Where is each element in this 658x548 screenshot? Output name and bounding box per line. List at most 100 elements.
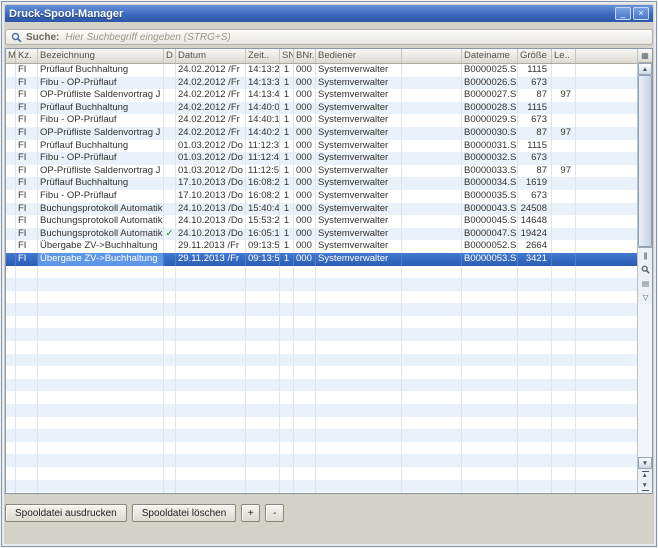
add-button[interactable]: +	[241, 504, 260, 522]
table-row[interactable]: FIÜbergabe ZV->Buchhaltung29.11.2013 /Fr…	[6, 240, 637, 253]
table-row-empty[interactable]	[6, 442, 637, 455]
titlebar[interactable]: Druck-Spool-Manager _ ×	[5, 5, 653, 22]
table-row[interactable]: FIBuchungsprotokoll Automatikbuc✓24.10.2…	[6, 228, 637, 241]
search-input[interactable]	[63, 31, 647, 44]
jump-first-icon[interactable]: ▲	[638, 469, 652, 481]
cell-bezeichnung	[38, 492, 164, 493]
table-row[interactable]: FIFibu - OP-Prüflauf24.02.2012 /Fr14:13:…	[6, 77, 637, 90]
scrollbar-thumb[interactable]	[638, 75, 652, 247]
cell-zeit	[246, 303, 280, 316]
cell-datum	[176, 480, 246, 493]
table-row[interactable]: FIPrüflauf Buchhaltung01.03.2012 /Do11:1…	[6, 140, 637, 153]
table-row-empty[interactable]	[6, 366, 637, 379]
cell-kz	[16, 404, 38, 417]
cell-snr: 1	[280, 102, 294, 115]
cell-dateiname: B0000029.SPO	[462, 114, 518, 127]
cell-filler	[576, 215, 637, 228]
search-bar[interactable]: Suche:	[5, 29, 653, 45]
column-header-le[interactable]: Le..	[552, 49, 576, 63]
cell-dateiname: B0000035.SPO	[462, 190, 518, 203]
minimize-button[interactable]: _	[615, 7, 631, 20]
column-header-dateiname[interactable]: Dateiname	[462, 49, 518, 63]
delete-spool-button[interactable]: Spooldatei löschen	[132, 504, 237, 522]
cell-bediener	[316, 429, 402, 442]
column-header-groesse[interactable]: Größe	[518, 49, 552, 63]
cell-dateiname	[462, 366, 518, 379]
cell-bezeichnung: Prüflauf Buchhaltung	[38, 177, 164, 190]
column-header-datum[interactable]: Datum	[176, 49, 246, 63]
table-row-empty[interactable]	[6, 429, 637, 442]
columns-icon[interactable]: |||	[638, 247, 652, 262]
list-icon[interactable]: ▤	[638, 276, 652, 290]
table-row[interactable]: FIOP-Prüfliste Saldenvortrag J24.02.2012…	[6, 89, 637, 102]
cell-dateiname	[462, 379, 518, 392]
table-row-empty[interactable]	[6, 354, 637, 367]
remove-button[interactable]: -	[265, 504, 284, 522]
cell-bnr	[294, 492, 316, 493]
table-row-empty[interactable]	[6, 328, 637, 341]
filter-icon[interactable]: ▽	[638, 290, 652, 304]
scrollbar-track[interactable]	[638, 304, 652, 457]
table-row-empty[interactable]	[6, 391, 637, 404]
table-options-icon[interactable]: ▦	[638, 49, 652, 63]
table-row-empty[interactable]	[6, 316, 637, 329]
cell-bnr	[294, 366, 316, 379]
column-header-kz[interactable]: Kz.	[16, 49, 38, 63]
column-header-bnr[interactable]: BNr..	[294, 49, 316, 63]
table-row[interactable]: FIOP-Prüfliste Saldenvortrag J01.03.2012…	[6, 165, 637, 178]
cell-kz	[16, 429, 38, 442]
cell-le	[552, 278, 576, 291]
cell-dateiname	[462, 291, 518, 304]
column-header-bediener[interactable]: Bediener	[316, 49, 402, 63]
cell-m	[6, 328, 16, 341]
column-header-bezeichnung[interactable]: Bezeichnung	[38, 49, 164, 63]
scroll-down-button[interactable]: ▼	[638, 457, 652, 469]
column-header-zeit[interactable]: Zeit..	[246, 49, 280, 63]
cell-snr	[280, 454, 294, 467]
cell-groesse	[518, 303, 552, 316]
cell-snr: 1	[280, 203, 294, 216]
cell-dateiname: B0000052.SPO	[462, 240, 518, 253]
column-header-snr[interactable]: SNr.	[280, 49, 294, 63]
table-row-empty[interactable]	[6, 266, 637, 279]
table-row[interactable]: FIPrüflauf Buchhaltung17.10.2013 /Do16:0…	[6, 177, 637, 190]
table-row[interactable]: FIFibu - OP-Prüflauf24.02.2012 /Fr14:40:…	[6, 114, 637, 127]
table-row[interactable]: FIOP-Prüfliste Saldenvortrag J24.02.2012…	[6, 127, 637, 140]
scroll-up-button[interactable]: ▲	[638, 63, 652, 75]
table-row-empty[interactable]	[6, 454, 637, 467]
table-row-empty[interactable]	[6, 467, 637, 480]
table-row-empty[interactable]	[6, 379, 637, 392]
cell-snr: 1	[280, 64, 294, 77]
table-row[interactable]: FIPrüflauf Buchhaltung24.02.2012 /Fr14:4…	[6, 102, 637, 115]
cell-snr	[280, 429, 294, 442]
table-row[interactable]: FIPrüflauf Buchhaltung24.02.2012 /Fr14:1…	[6, 64, 637, 77]
jump-last-icon[interactable]: ▼	[638, 481, 652, 493]
table-row[interactable]: FIFibu - OP-Prüflauf01.03.2012 /Do11:12:…	[6, 152, 637, 165]
cell-bezeichnung: Fibu - OP-Prüflauf	[38, 152, 164, 165]
table-row-empty[interactable]	[6, 291, 637, 304]
table-row[interactable]: FIBuchungsprotokoll Automatikbuc24.10.20…	[6, 203, 637, 216]
column-header-extra[interactable]	[402, 49, 462, 63]
table-row-empty[interactable]	[6, 303, 637, 316]
cell-bediener: Systemverwalter	[316, 228, 402, 241]
table-row[interactable]: FIÜbergabe ZV->Buchhaltung29.11.2013 /Fr…	[6, 253, 637, 266]
table-row-empty[interactable]	[6, 341, 637, 354]
print-spool-button[interactable]: Spooldatei ausdrucken	[5, 504, 127, 522]
cell-bediener	[316, 366, 402, 379]
table-row-empty[interactable]	[6, 404, 637, 417]
table-row-empty[interactable]	[6, 417, 637, 430]
column-header-filler[interactable]	[576, 49, 637, 63]
column-header-d[interactable]: D	[164, 49, 176, 63]
table-row-empty[interactable]	[6, 492, 637, 493]
cell-d	[164, 77, 176, 90]
table-row-empty[interactable]	[6, 278, 637, 291]
cell-groesse	[518, 480, 552, 493]
table-row[interactable]: FIFibu - OP-Prüflauf17.10.2013 /Do16:08:…	[6, 190, 637, 203]
cell-dateiname	[462, 266, 518, 279]
close-button[interactable]: ×	[633, 7, 649, 20]
column-header-m[interactable]: M	[6, 49, 16, 63]
cell-kz: FI	[16, 77, 38, 90]
zoom-icon[interactable]	[638, 262, 652, 276]
table-row[interactable]: FIBuchungsprotokoll Automatikbuc24.10.20…	[6, 215, 637, 228]
table-row-empty[interactable]	[6, 480, 637, 493]
